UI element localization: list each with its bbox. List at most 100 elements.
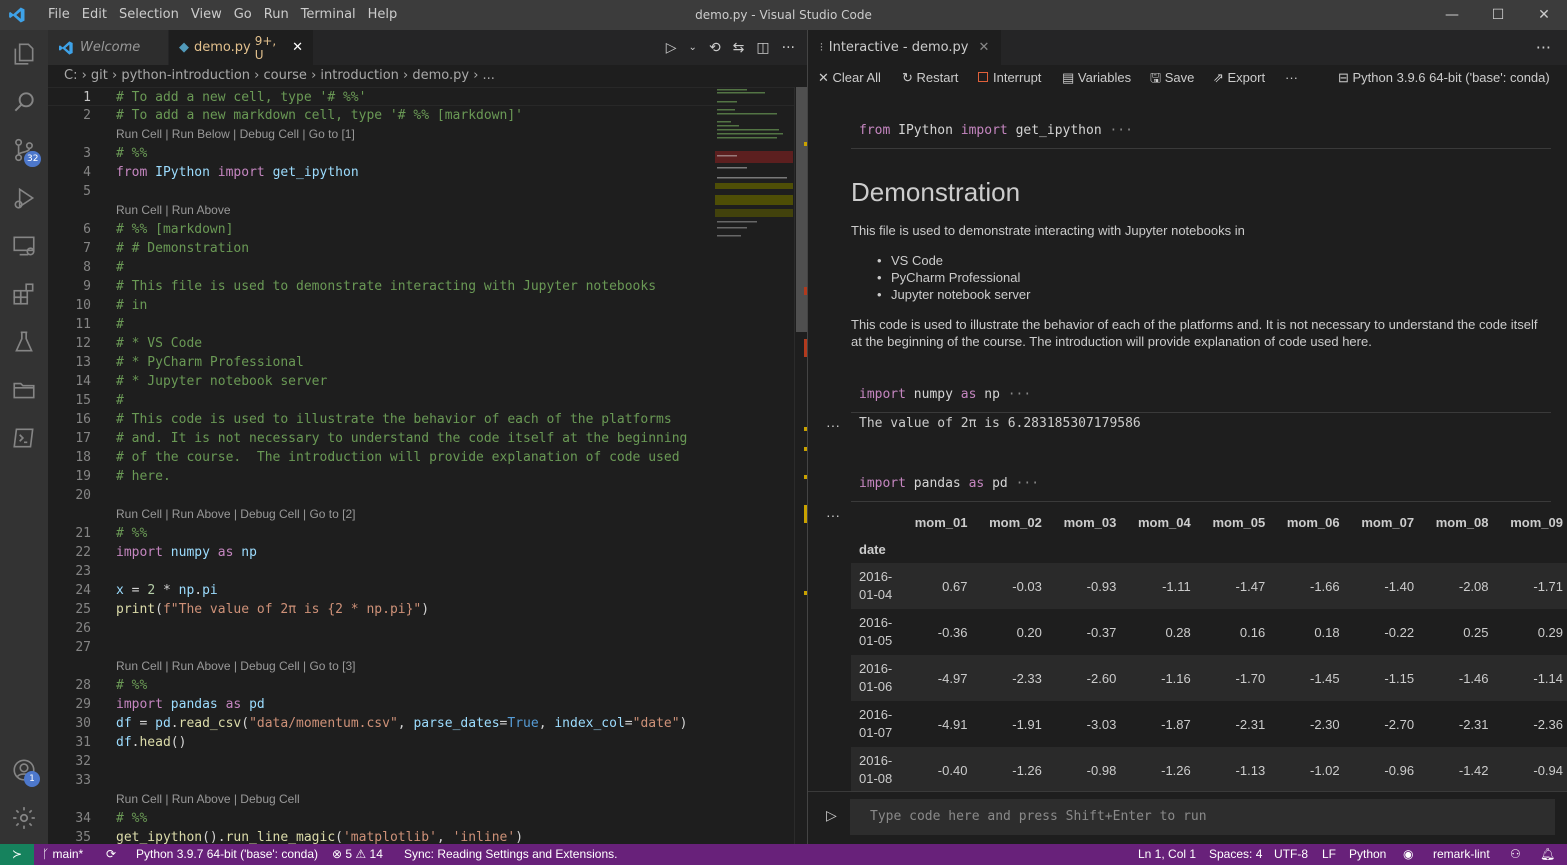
indentation[interactable]: Spaces: 4	[1209, 844, 1262, 865]
code-line[interactable]: 27	[48, 638, 794, 657]
cursor-position[interactable]: Ln 1, Col 1	[1138, 844, 1196, 865]
code-editor[interactable]: 1 # To add a new cell, type '# %%' 2 # To a…	[48, 87, 794, 844]
execute-icon[interactable]: ▷	[826, 808, 837, 824]
code-line[interactable]: 15 #	[48, 391, 794, 410]
code-line[interactable]: 23	[48, 562, 794, 581]
encoding[interactable]: UTF-8	[1274, 844, 1308, 865]
code-line[interactable]: 29 import pandas as pd	[48, 695, 794, 714]
code-line[interactable]: 7 # # Demonstration	[48, 239, 794, 258]
code-line[interactable]: 25 print(f"The value of 2π is {2 * np.pi}…	[48, 600, 794, 619]
terminal-icon[interactable]	[0, 414, 48, 462]
remote-indicator-icon[interactable]: ≻	[0, 844, 34, 865]
code-line[interactable]: 24 x = 2 * np.pi	[48, 581, 794, 600]
code-line[interactable]: 33	[48, 771, 794, 790]
code-line[interactable]: 35 get_ipython().run_line_magic('matplotl…	[48, 828, 794, 844]
remote-explorer-icon[interactable]	[0, 222, 48, 270]
code-lens[interactable]: Run Cell | Run Above | Debug Cell	[116, 790, 300, 809]
save-button[interactable]: 🖫 Save	[1150, 65, 1194, 91]
tab-close-icon[interactable]: ✕	[292, 40, 303, 55]
editor-scrollbar[interactable]	[794, 87, 808, 844]
code-line[interactable]: 28 # %%	[48, 676, 794, 695]
code-line[interactable]: 13 # * PyCharm Professional	[48, 353, 794, 372]
code-line[interactable]: 2 # To add a new markdown cell, type '# %…	[48, 106, 794, 125]
menu-selection[interactable]: Selection	[113, 0, 185, 30]
timeline-icon[interactable]: ⟲	[709, 40, 721, 56]
search-icon[interactable]	[0, 78, 48, 126]
code-line[interactable]: 14 # * Jupyter notebook server	[48, 372, 794, 391]
accounts-status-icon[interactable]: ⚇	[1510, 844, 1521, 865]
code-lens[interactable]: Run Cell | Run Below | Debug Cell | Go t…	[116, 125, 355, 144]
code-lens[interactable]: Run Cell | Run Above	[116, 201, 231, 220]
code-line[interactable]: 12 # * VS Code	[48, 334, 794, 353]
explorer-icon[interactable]	[0, 30, 48, 78]
tab-welcome[interactable]: Welcome	[48, 30, 168, 65]
code-line[interactable]: 10 # in	[48, 296, 794, 315]
code-lens[interactable]: Run Cell | Run Above | Debug Cell | Go t…	[116, 505, 355, 524]
cell-input-2[interactable]: import numpy as np ···	[851, 377, 1551, 413]
cell-input-1[interactable]: from IPython import get_ipython ···	[851, 113, 1551, 149]
branch-indicator[interactable]: ᚴ main*	[42, 844, 83, 865]
menu-file[interactable]: File	[42, 0, 76, 30]
menu-edit[interactable]: Edit	[76, 0, 113, 30]
minimize-button[interactable]: —	[1429, 0, 1475, 30]
cell-output-more-icon-3[interactable]: ···	[826, 507, 840, 523]
source-control-icon[interactable]: 32	[0, 126, 48, 174]
settings-gear-icon[interactable]	[0, 794, 48, 842]
code-input[interactable]: Type code here and press Shift+Enter to …	[850, 799, 1555, 835]
variables-button[interactable]: ▤ Variables	[1062, 65, 1131, 91]
code-line[interactable]: 4 from IPython import get_ipython	[48, 163, 794, 182]
code-lens[interactable]: Run Cell | Run Above | Debug Cell | Go t…	[116, 657, 355, 676]
close-window-button[interactable]: ✕	[1521, 0, 1567, 30]
end-of-line[interactable]: LF	[1322, 844, 1336, 865]
interactive-close-icon[interactable]: ✕	[978, 40, 989, 55]
code-line[interactable]: 8 #	[48, 258, 794, 277]
extensions-icon[interactable]	[0, 270, 48, 318]
cell-output-more-icon[interactable]: ···	[826, 417, 840, 433]
accounts-icon[interactable]: 1	[0, 746, 48, 794]
menu-go[interactable]: Go	[228, 0, 258, 30]
menu-help[interactable]: Help	[362, 0, 404, 30]
restart-button[interactable]: ↻ Restart	[902, 65, 958, 91]
testing-icon[interactable]	[0, 318, 48, 366]
code-line[interactable]: 34 # %%	[48, 809, 794, 828]
code-line[interactable]: 21 # %%	[48, 524, 794, 543]
menu-terminal[interactable]: Terminal	[295, 0, 362, 30]
run-file-icon[interactable]: ▷	[666, 40, 677, 56]
cell-input-3[interactable]: import pandas as pd ···	[851, 466, 1551, 502]
breadcrumb[interactable]: C: › git › python-introduction › course …	[48, 65, 807, 87]
sync-icon[interactable]: ⟳	[106, 844, 116, 865]
menu-view[interactable]: View	[185, 0, 228, 30]
lint-status[interactable]: remark-lint	[1433, 844, 1490, 865]
folder-icon[interactable]	[0, 366, 48, 414]
code-line[interactable]: 1 # To add a new cell, type '# %%'	[48, 87, 794, 106]
compare-icon[interactable]: ⇆	[733, 40, 745, 56]
code-line[interactable]: 17 # and. It is not necessary to understa…	[48, 429, 794, 448]
tab-demo-py[interactable]: ◆ demo.py 9+, U ✕	[169, 30, 313, 65]
code-line[interactable]: 18 # of the course. The introduction will…	[48, 448, 794, 467]
run-dropdown-icon[interactable]: ⌄	[689, 42, 697, 53]
code-line[interactable]: 22 import numpy as np	[48, 543, 794, 562]
copilot-icon[interactable]: ◉	[1403, 844, 1413, 865]
interactive-more-icon[interactable]: ···	[1536, 30, 1551, 65]
code-line[interactable]: 32	[48, 752, 794, 771]
export-button[interactable]: ⇗ Export	[1213, 65, 1265, 91]
clear-all-button[interactable]: ✕ Clear All	[818, 65, 881, 91]
code-line[interactable]: 6 # %% [markdown]	[48, 220, 794, 239]
interrupt-button[interactable]: Interrupt	[978, 65, 1041, 91]
code-line[interactable]: 9 # This file is used to demonstrate inte…	[48, 277, 794, 296]
interactive-scrollbar[interactable]	[1553, 91, 1567, 791]
code-line[interactable]: 5	[48, 182, 794, 201]
kernel-picker[interactable]: ⊟ Python 3.9.6 64-bit ('base': conda)	[1338, 65, 1550, 91]
tab-interactive[interactable]: ⫶ Interactive - demo.py ✕	[808, 30, 1002, 65]
code-line[interactable]: 26	[48, 619, 794, 638]
run-debug-icon[interactable]	[0, 174, 48, 222]
maximize-button[interactable]: ☐	[1475, 0, 1521, 30]
code-line[interactable]: 19 # here.	[48, 467, 794, 486]
code-line[interactable]: 20	[48, 486, 794, 505]
menu-run[interactable]: Run	[258, 0, 295, 30]
toolbar-more-icon[interactable]: ···	[1285, 65, 1298, 91]
code-line[interactable]: 11 #	[48, 315, 794, 334]
notifications-icon[interactable]: 🔔︎	[1540, 844, 1555, 865]
split-editor-icon[interactable]: ◫	[756, 40, 769, 56]
minimap[interactable]	[715, 87, 793, 247]
